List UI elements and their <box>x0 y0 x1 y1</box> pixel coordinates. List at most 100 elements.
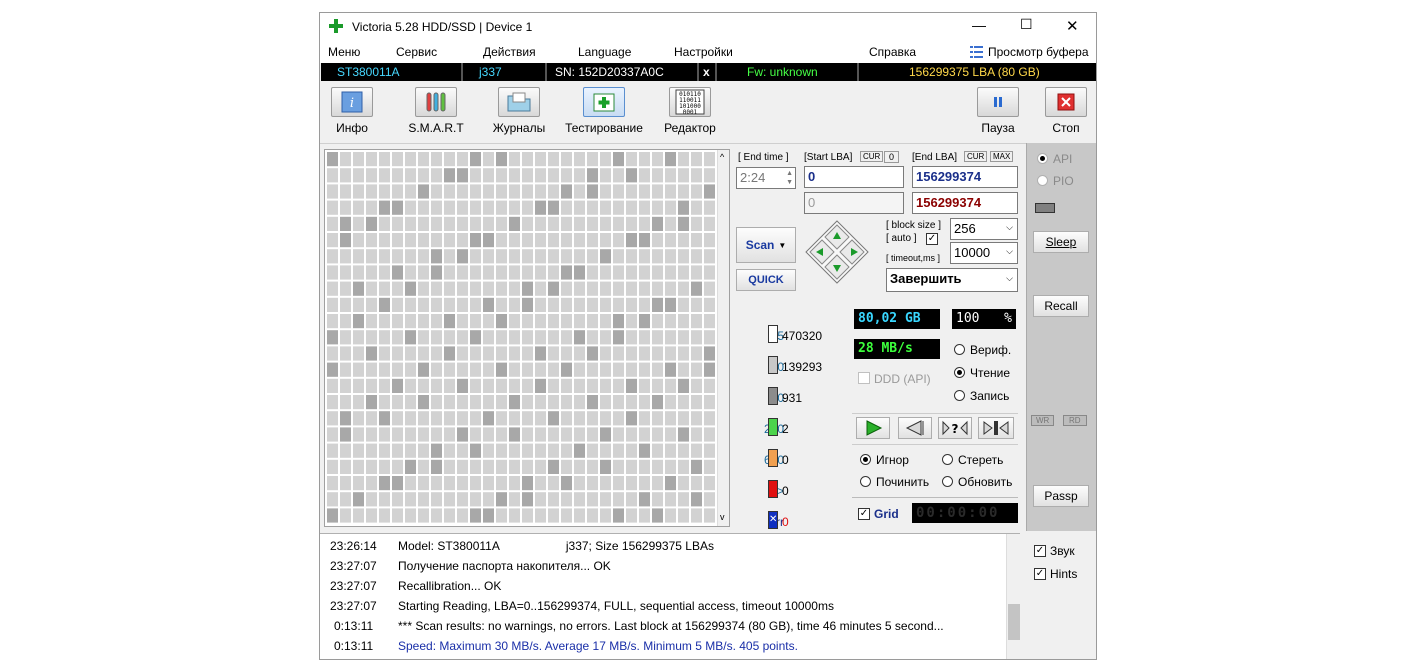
sector-block <box>353 152 364 167</box>
sector-block <box>522 249 533 264</box>
menu-item-service[interactable]: Сервис <box>396 45 437 59</box>
sector-block <box>626 395 637 410</box>
block-map-scrollbar[interactable]: ^ v <box>717 150 729 526</box>
pause-button[interactable]: Пауза <box>976 87 1020 135</box>
editor-button[interactable]: 010110 110011 101000 0001 Редактор <box>660 87 720 135</box>
minimize-button[interactable]: — <box>972 17 986 33</box>
end-lba-field[interactable]: 156299374 <box>912 166 1018 188</box>
sector-block <box>639 443 650 458</box>
sector-block <box>366 249 377 264</box>
info-button[interactable]: i Инфо <box>330 87 374 135</box>
refresh-radio[interactable] <box>942 476 953 487</box>
sector-block <box>340 168 351 183</box>
verify-radio[interactable] <box>954 344 965 355</box>
repair-radio[interactable] <box>860 476 871 487</box>
logs-button[interactable]: Журналы <box>488 87 550 135</box>
menu-item-actions[interactable]: Действия <box>483 45 536 59</box>
end-lba-current: 156299374 <box>912 192 1018 214</box>
sector-block <box>626 152 637 167</box>
stop-button[interactable]: Стоп <box>1044 87 1088 135</box>
sector-block <box>353 346 364 361</box>
grid-checkbox[interactable]: ✓ <box>858 508 870 520</box>
sector-block <box>587 459 598 474</box>
seek-direction-pad[interactable] <box>804 219 870 285</box>
smart-button[interactable]: S.M.A.R.T <box>404 87 468 135</box>
sector-block <box>418 362 429 377</box>
sound-checkbox[interactable]: ✓ <box>1034 545 1046 557</box>
read-radio[interactable] <box>954 367 965 378</box>
sector-block <box>431 330 442 345</box>
start-lba-zero-button[interactable]: 0 <box>884 151 900 163</box>
sector-block <box>613 265 624 280</box>
finish-action-select[interactable]: Завершить ⌵ <box>886 268 1018 292</box>
erase-radio[interactable] <box>942 454 953 465</box>
end-lba-max-button[interactable]: MAX <box>990 151 1014 162</box>
sector-block <box>366 362 377 377</box>
end-lba-cur-button[interactable]: CUR <box>964 151 988 162</box>
menu-item-help[interactable]: Справка <box>869 45 916 59</box>
sector-block <box>691 476 702 491</box>
menu-item-language[interactable]: Language <box>578 45 631 59</box>
sector-block <box>600 200 611 215</box>
block-size-label: [ block size ] <box>886 220 942 231</box>
sector-block <box>483 508 494 523</box>
sector-block <box>340 200 351 215</box>
sector-block <box>327 152 338 167</box>
sector-block <box>613 314 624 329</box>
sector-block <box>496 152 507 167</box>
ignore-radio[interactable] <box>860 454 871 465</box>
sector-block <box>548 346 559 361</box>
maximize-button[interactable]: ☐ <box>1020 16 1033 33</box>
legend-color-swatch: ✕ <box>768 511 778 529</box>
log-message: Model: ST380011A j337; Size 156299375 LB… <box>398 539 714 553</box>
title-bar: Victoria 5.28 HDD/SSD | Device 1 — ☐ ✕ <box>320 13 1096 41</box>
butterfly-button[interactable] <box>978 417 1014 439</box>
ddd-api-checkbox[interactable] <box>858 372 870 384</box>
sector-block <box>535 330 546 345</box>
sector-block <box>470 492 481 507</box>
passport-button[interactable]: Passp <box>1033 485 1089 507</box>
sector-block <box>678 443 689 458</box>
sleep-button[interactable]: Sleep <box>1033 231 1089 253</box>
pio-radio[interactable] <box>1037 175 1048 186</box>
sector-block <box>561 411 572 426</box>
random-seek-button[interactable]: ? <box>938 417 972 439</box>
sector-block <box>392 378 403 393</box>
sector-block <box>444 362 455 377</box>
sector-block <box>418 411 429 426</box>
scan-button[interactable]: Scan ▼ <box>736 227 796 263</box>
close-button[interactable]: ✕ <box>1066 17 1079 35</box>
recall-button[interactable]: Recall <box>1033 295 1089 317</box>
menu-item-buffer-view[interactable]: Просмотр буфера <box>988 45 1089 59</box>
end-time-field[interactable]: 2:24 ▲ ▼ <box>736 167 796 189</box>
sector-block <box>535 216 546 231</box>
log-entry: 23:27:07 Recallibration... OK <box>320 576 1004 596</box>
write-radio[interactable] <box>954 390 965 401</box>
sector-block <box>587 281 598 296</box>
sector-block <box>587 184 598 199</box>
sector-block <box>431 233 442 248</box>
start-lba-cur-button[interactable]: CUR <box>860 151 884 162</box>
menu-item-settings[interactable]: Настройки <box>674 45 733 59</box>
timeout-select[interactable]: 10000 ⌵ <box>950 242 1018 264</box>
sector-block <box>392 427 403 442</box>
log-scrollbar[interactable] <box>1006 534 1021 659</box>
api-radio[interactable] <box>1037 153 1048 164</box>
menu-item-menu[interactable]: Меню <box>328 45 360 59</box>
sector-block <box>704 395 715 410</box>
sector-block <box>392 508 403 523</box>
rewind-button[interactable] <box>898 417 932 439</box>
block-size-select[interactable]: 256 ⌵ <box>950 218 1018 240</box>
quick-button[interactable]: QUICK <box>736 269 796 291</box>
hints-checkbox[interactable]: ✓ <box>1034 568 1046 580</box>
testing-button[interactable]: Тестирование <box>564 87 644 135</box>
play-button[interactable] <box>856 417 890 439</box>
device-close-button[interactable]: x <box>703 65 710 79</box>
sector-block <box>561 508 572 523</box>
start-lba-field[interactable]: 0 <box>804 166 904 188</box>
sector-block <box>444 476 455 491</box>
sector-block <box>613 233 624 248</box>
auto-checkbox[interactable]: ✓ <box>926 233 938 245</box>
legend-row: >0 <box>740 480 850 502</box>
sector-block <box>379 200 390 215</box>
